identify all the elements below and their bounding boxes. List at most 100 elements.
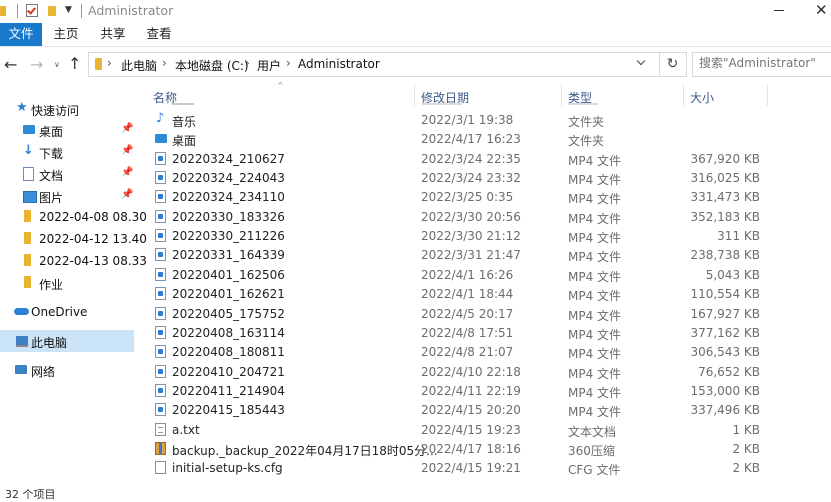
search-box[interactable] bbox=[692, 52, 831, 77]
column-divider[interactable] bbox=[683, 84, 684, 106]
file-row[interactable]: 20220324_234110 2022/3/25 0:35 MP4 文件 331,4… bbox=[134, 188, 831, 207]
pin-icon[interactable]: 📌 bbox=[121, 123, 133, 134]
breadcrumb-users[interactable]: 用户 bbox=[257, 57, 281, 74]
sidebar-item-label: 此电脑 bbox=[31, 336, 68, 350]
new-folder-icon[interactable] bbox=[48, 4, 59, 16]
file-row[interactable]: 20220410_204721 2022/4/10 22:18 MP4 文件 76,6… bbox=[134, 363, 831, 382]
file-size: 5,043 KB bbox=[705, 267, 760, 282]
up-arrow-icon[interactable]: ↑ bbox=[68, 54, 81, 73]
sidebar-item-this-pc[interactable]: 此电脑 bbox=[0, 330, 134, 352]
file-date: 2022/3/1 19:38 bbox=[421, 113, 514, 127]
divider bbox=[17, 4, 18, 18]
forward-arrow-icon[interactable]: → bbox=[30, 55, 43, 74]
file-size: 367,920 KB bbox=[690, 151, 760, 166]
sidebar-item-desktop[interactable]: 桌面 📌 bbox=[0, 119, 134, 141]
chevron-down-icon[interactable] bbox=[637, 58, 647, 66]
chevron-right-icon[interactable]: › bbox=[245, 56, 250, 70]
breadcrumb-local-disk[interactable]: 本地磁盘 (C:) bbox=[175, 57, 249, 74]
column-divider[interactable] bbox=[561, 84, 562, 106]
refresh-button[interactable]: ↻ bbox=[659, 52, 687, 77]
sidebar-item-pictures[interactable]: 图片 📌 bbox=[0, 185, 134, 207]
file-date: 2022/4/8 21:07 bbox=[421, 345, 514, 360]
file-name: 20220324_234110 bbox=[172, 190, 285, 205]
chevron-right-icon[interactable]: › bbox=[286, 56, 291, 70]
computer-icon bbox=[16, 336, 28, 347]
file-row[interactable]: 20220330_211226 2022/3/30 21:12 MP4 文件 311 … bbox=[134, 227, 831, 246]
breadcrumb-administrator[interactable]: Administrator bbox=[298, 57, 380, 71]
column-divider[interactable] bbox=[414, 84, 415, 106]
sidebar-item-folder-0408[interactable]: 2022-04-08 08.30 bbox=[0, 206, 147, 228]
minimize-button[interactable] bbox=[774, 3, 786, 17]
tab-view[interactable]: 查看 bbox=[139, 23, 179, 46]
sidebar-item-downloads[interactable]: ↓ 下载 📌 bbox=[0, 141, 134, 163]
divider bbox=[81, 4, 82, 18]
file-name: initial-setup-ks.cfg bbox=[172, 461, 283, 476]
picture-icon bbox=[23, 191, 37, 203]
recent-locations-chevron-icon[interactable]: ∨ bbox=[54, 60, 60, 69]
file-row[interactable]: 20220324_210627 2022/3/24 22:35 MP4 文件 367,… bbox=[134, 150, 831, 169]
file-row[interactable]: backup._backup_2022年04月17日18时05分... 2022/… bbox=[134, 440, 831, 459]
chevron-right-icon[interactable]: › bbox=[162, 56, 167, 70]
file-name: 20220405_175752 bbox=[172, 306, 285, 321]
file-size: 76,652 KB bbox=[698, 364, 760, 379]
file-row[interactable]: 20220405_175752 2022/4/5 20:17 MP4 文件 167,9… bbox=[134, 305, 831, 324]
properties-icon[interactable] bbox=[26, 4, 38, 17]
mp4-icon bbox=[155, 229, 166, 243]
breadcrumb-this-pc[interactable]: 此电脑 bbox=[121, 57, 157, 74]
file-name: 20220408_163114 bbox=[172, 325, 285, 340]
sidebar-item-documents[interactable]: 文档 📌 bbox=[0, 163, 134, 185]
file-row[interactable]: 20220330_183326 2022/3/30 20:56 MP4 文件 352,… bbox=[134, 208, 831, 227]
file-date: 2022/3/30 21:12 bbox=[421, 229, 521, 244]
tab-file[interactable]: 文件 bbox=[0, 23, 42, 46]
file-row[interactable]: 20220411_214904 2022/4/11 22:19 MP4 文件 153,… bbox=[134, 382, 831, 401]
file-name: backup._backup_2022年04月17日18时05分... bbox=[172, 443, 438, 458]
desktop-icon bbox=[23, 125, 35, 134]
sidebar-item-homework[interactable]: 作业 bbox=[0, 272, 134, 294]
pin-icon[interactable]: 📌 bbox=[121, 189, 133, 200]
sidebar-item-network[interactable]: 网络 bbox=[0, 359, 134, 381]
file-row[interactable]: 20220324_224043 2022/3/24 23:32 MP4 文件 316,… bbox=[134, 169, 831, 188]
file-row[interactable]: 桌面 2022/4/17 16:23 文件夹 bbox=[134, 130, 831, 149]
file-row[interactable]: a.txt 2022/4/15 19:23 文本文档 1 KB bbox=[134, 421, 831, 440]
mp4-icon bbox=[155, 248, 166, 262]
file-date: 2022/4/1 16:26 bbox=[421, 267, 514, 282]
search-input[interactable] bbox=[699, 56, 829, 70]
file-row[interactable]: 20220401_162621 2022/4/1 18:44 MP4 文件 110,5… bbox=[134, 285, 831, 304]
file-row[interactable]: 20220401_162506 2022/4/1 16:26 MP4 文件 5,043… bbox=[134, 266, 831, 285]
file-date: 2022/4/15 19:21 bbox=[421, 461, 521, 476]
pin-icon[interactable]: 📌 bbox=[121, 145, 133, 156]
file-row[interactable]: 20220408_180811 2022/4/8 21:07 MP4 文件 306,5… bbox=[134, 343, 831, 362]
close-button[interactable]: ✕ bbox=[815, 2, 828, 18]
sidebar-item-onedrive[interactable]: OneDrive bbox=[0, 301, 134, 323]
chevron-right-icon[interactable]: › bbox=[107, 56, 112, 70]
column-header-size[interactable]: 大小 bbox=[690, 89, 714, 106]
address-bar[interactable]: › 此电脑 › 本地磁盘 (C:) › 用户 › Administrator bbox=[88, 52, 660, 77]
file-date: 2022/3/31 21:47 bbox=[421, 248, 521, 263]
file-type: MP4 文件 bbox=[568, 405, 622, 420]
sidebar-item-folder-0413[interactable]: 2022-04-13 08.33 bbox=[0, 250, 147, 272]
sidebar-item-quick-access[interactable]: ★ 快速访问 bbox=[0, 98, 134, 120]
file-row[interactable]: initial-setup-ks.cfg 2022/4/15 19:21 CFG 文… bbox=[134, 459, 831, 478]
pin-icon[interactable]: 📌 bbox=[121, 167, 133, 178]
back-arrow-icon[interactable]: ← bbox=[4, 55, 17, 74]
file-row[interactable]: ♪ 音乐 2022/3/1 19:38 文件夹 bbox=[134, 111, 831, 130]
tab-share[interactable]: 共享 bbox=[93, 23, 133, 46]
file-name: 20220415_185443 bbox=[172, 403, 285, 418]
file-row[interactable]: 20220415_185443 2022/4/15 20:20 MP4 文件 337,… bbox=[134, 401, 831, 420]
column-divider[interactable] bbox=[767, 84, 768, 106]
tab-home[interactable]: 主页 bbox=[46, 23, 86, 46]
music-icon: ♪ bbox=[156, 111, 165, 126]
file-name: 20220331_164339 bbox=[172, 248, 285, 263]
file-size: 167,927 KB bbox=[690, 306, 760, 321]
file-row[interactable]: 20220331_164339 2022/3/31 21:47 MP4 文件 238,… bbox=[134, 246, 831, 265]
file-row[interactable]: 20220408_163114 2022/4/8 17:51 MP4 文件 377,1… bbox=[134, 324, 831, 343]
file-name: 20220401_162621 bbox=[172, 287, 285, 302]
file-name: 20220324_210627 bbox=[172, 151, 285, 166]
file-date: 2022/4/5 20:17 bbox=[421, 306, 514, 321]
customize-toolbar-chevron-icon[interactable]: ▼ bbox=[65, 5, 72, 15]
file-type: MP4 文件 bbox=[568, 153, 622, 168]
window-title: Administrator bbox=[88, 3, 174, 18]
file-size: 2 KB bbox=[732, 461, 760, 476]
text-file-icon bbox=[155, 422, 166, 436]
sidebar-item-folder-0412[interactable]: 2022-04-12 13.40 bbox=[0, 228, 147, 250]
